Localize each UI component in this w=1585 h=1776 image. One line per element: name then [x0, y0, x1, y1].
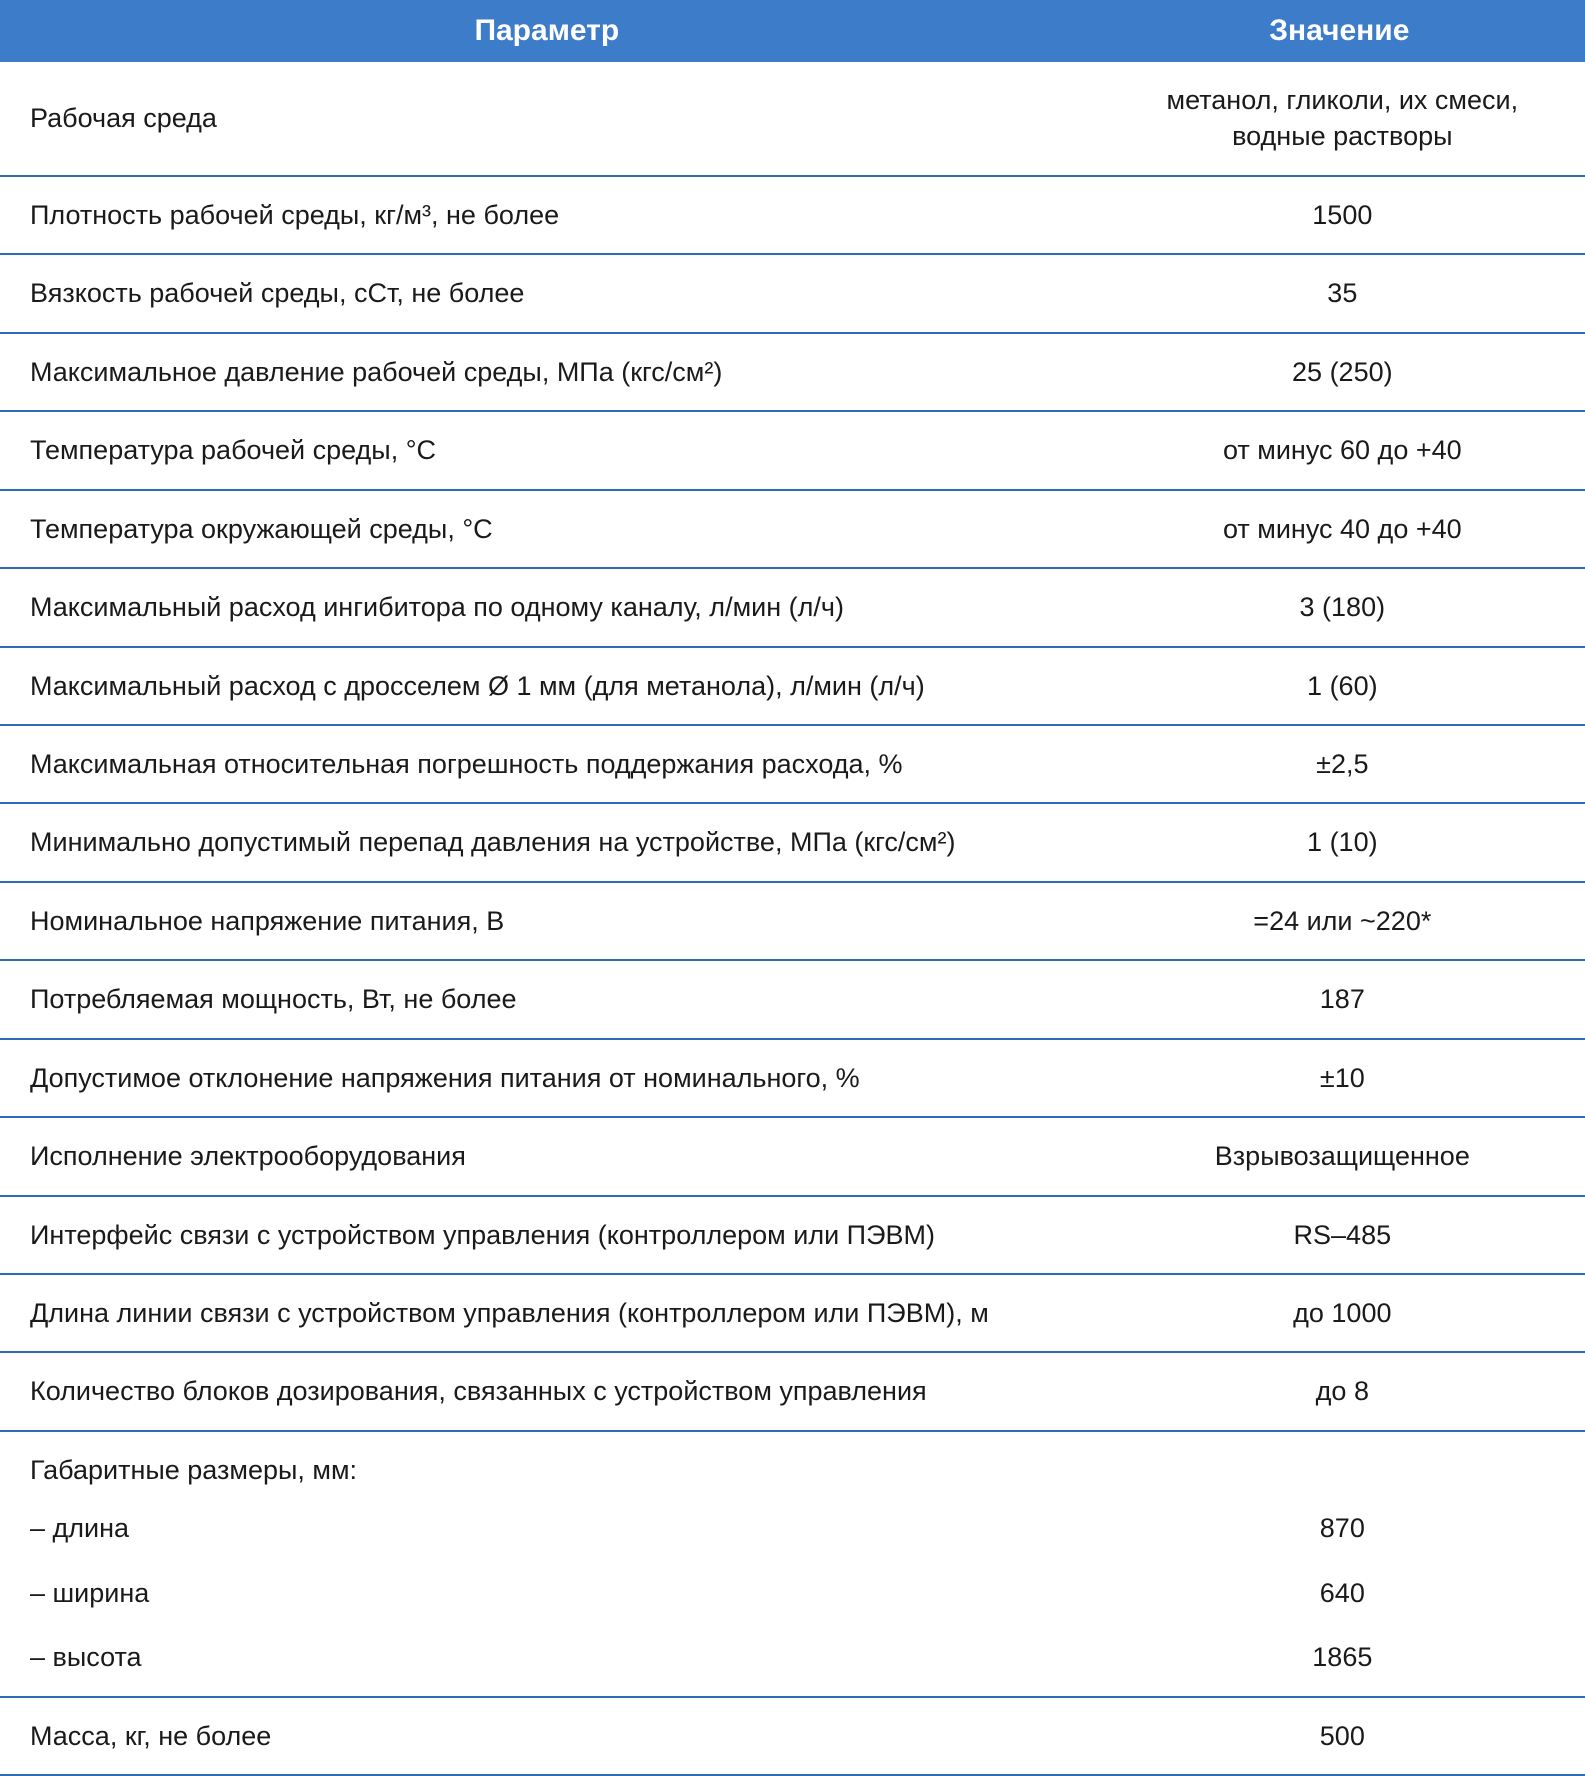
value-cell	[1094, 1431, 1585, 1496]
dimension-value: 640	[1094, 1561, 1585, 1625]
dimensions-header-row: Габаритные размеры, мм:	[0, 1431, 1585, 1496]
dimension-row: – высота 1865	[0, 1625, 1585, 1696]
table-row: Температура рабочей среды, °Сот минус 60…	[0, 411, 1585, 489]
value-cell: ±2,5	[1094, 725, 1585, 803]
table-row: Исполнение электрооборудованияВзрывозащи…	[0, 1117, 1585, 1195]
param-cell: Минимально допустимый перепад давления н…	[0, 803, 1094, 881]
dimensions-header: Габаритные размеры, мм:	[0, 1431, 1094, 1496]
table-row: Максимальный расход с дросселем Ø 1 мм (…	[0, 647, 1585, 725]
dimension-label: – высота	[0, 1625, 1094, 1696]
param-cell: Максимальное давление рабочей среды, МПа…	[0, 333, 1094, 411]
table-row: Плотность рабочей среды, кг/м³, не более…	[0, 176, 1585, 254]
value-cell: 1 (60)	[1094, 647, 1585, 725]
dimension-value: 1865	[1094, 1625, 1585, 1696]
table-row: Потребляемая мощность, Вт, не более187	[0, 960, 1585, 1038]
table-row: Минимально допустимый перепад давления н…	[0, 803, 1585, 881]
table-row: Номинальное напряжение питания, В=24 или…	[0, 882, 1585, 960]
param-cell: Вязкость рабочей среды, сСт, не более	[0, 254, 1094, 332]
table-row: Допустимое отклонение напряжения питания…	[0, 1039, 1585, 1117]
table-header-row: Параметр Значение	[0, 0, 1585, 62]
param-cell: Температура окружающей среды, °С	[0, 490, 1094, 568]
value-cell: до 8	[1094, 1352, 1585, 1430]
table-row: Вязкость рабочей среды, сСт, не более35	[0, 254, 1585, 332]
header-param: Параметр	[0, 0, 1094, 62]
value-cell: до 1000	[1094, 1274, 1585, 1352]
param-cell: Потребляемая мощность, Вт, не более	[0, 960, 1094, 1038]
value-cell: 1 (10)	[1094, 803, 1585, 881]
param-cell: Интерфейс связи с устройством управления…	[0, 1196, 1094, 1274]
param-cell: Максимальный расход с дросселем Ø 1 мм (…	[0, 647, 1094, 725]
param-cell: Масса, кг, не более	[0, 1697, 1094, 1775]
value-cell: =24 или ~220*	[1094, 882, 1585, 960]
param-cell: Плотность рабочей среды, кг/м³, не более	[0, 176, 1094, 254]
value-cell: 500	[1094, 1697, 1585, 1775]
param-cell: Максимальная относительная погрешность п…	[0, 725, 1094, 803]
table-row: Максимальное давление рабочей среды, МПа…	[0, 333, 1585, 411]
table-row: Максимальный расход ингибитора по одному…	[0, 568, 1585, 646]
param-cell: Исполнение электрооборудования	[0, 1117, 1094, 1195]
param-cell: Длина линии связи с устройством управлен…	[0, 1274, 1094, 1352]
value-cell: 25 (250)	[1094, 333, 1585, 411]
dimension-label: – ширина	[0, 1561, 1094, 1625]
value-cell: 3 (180)	[1094, 568, 1585, 646]
param-cell: Рабочая среда	[0, 62, 1094, 176]
value-cell: 35	[1094, 254, 1585, 332]
table-row: Температура окружающей среды, °Сот минус…	[0, 490, 1585, 568]
param-cell: Максимальный расход ингибитора по одному…	[0, 568, 1094, 646]
dimension-label: – длина	[0, 1496, 1094, 1560]
dimension-row: – ширина 640	[0, 1561, 1585, 1625]
table-row: Рабочая средаметанол, гликоли, их смеси,…	[0, 62, 1585, 176]
dimension-value: 870	[1094, 1496, 1585, 1560]
value-cell: 1500	[1094, 176, 1585, 254]
value-cell: Взрывозащищенное	[1094, 1117, 1585, 1195]
table-row: Интерфейс связи с устройством управления…	[0, 1196, 1585, 1274]
value-cell: ±10	[1094, 1039, 1585, 1117]
dimension-row: – длина 870	[0, 1496, 1585, 1560]
table-row: Количество блоков дозирования, связанных…	[0, 1352, 1585, 1430]
param-cell: Количество блоков дозирования, связанных…	[0, 1352, 1094, 1430]
value-cell: от минус 40 до +40	[1094, 490, 1585, 568]
value-cell: от минус 60 до +40	[1094, 411, 1585, 489]
value-cell: 187	[1094, 960, 1585, 1038]
table-row: Максимальная относительная погрешность п…	[0, 725, 1585, 803]
param-cell: Допустимое отклонение напряжения питания…	[0, 1039, 1094, 1117]
table-row: Длина линии связи с устройством управлен…	[0, 1274, 1585, 1352]
spec-table: Параметр Значение Рабочая средаметанол, …	[0, 0, 1585, 1776]
param-cell: Номинальное напряжение питания, В	[0, 882, 1094, 960]
value-cell: RS–485	[1094, 1196, 1585, 1274]
param-cell: Температура рабочей среды, °С	[0, 411, 1094, 489]
table-row: Масса, кг, не более 500	[0, 1697, 1585, 1775]
value-cell: метанол, гликоли, их смеси,водные раство…	[1094, 62, 1585, 176]
header-value: Значение	[1094, 0, 1585, 62]
